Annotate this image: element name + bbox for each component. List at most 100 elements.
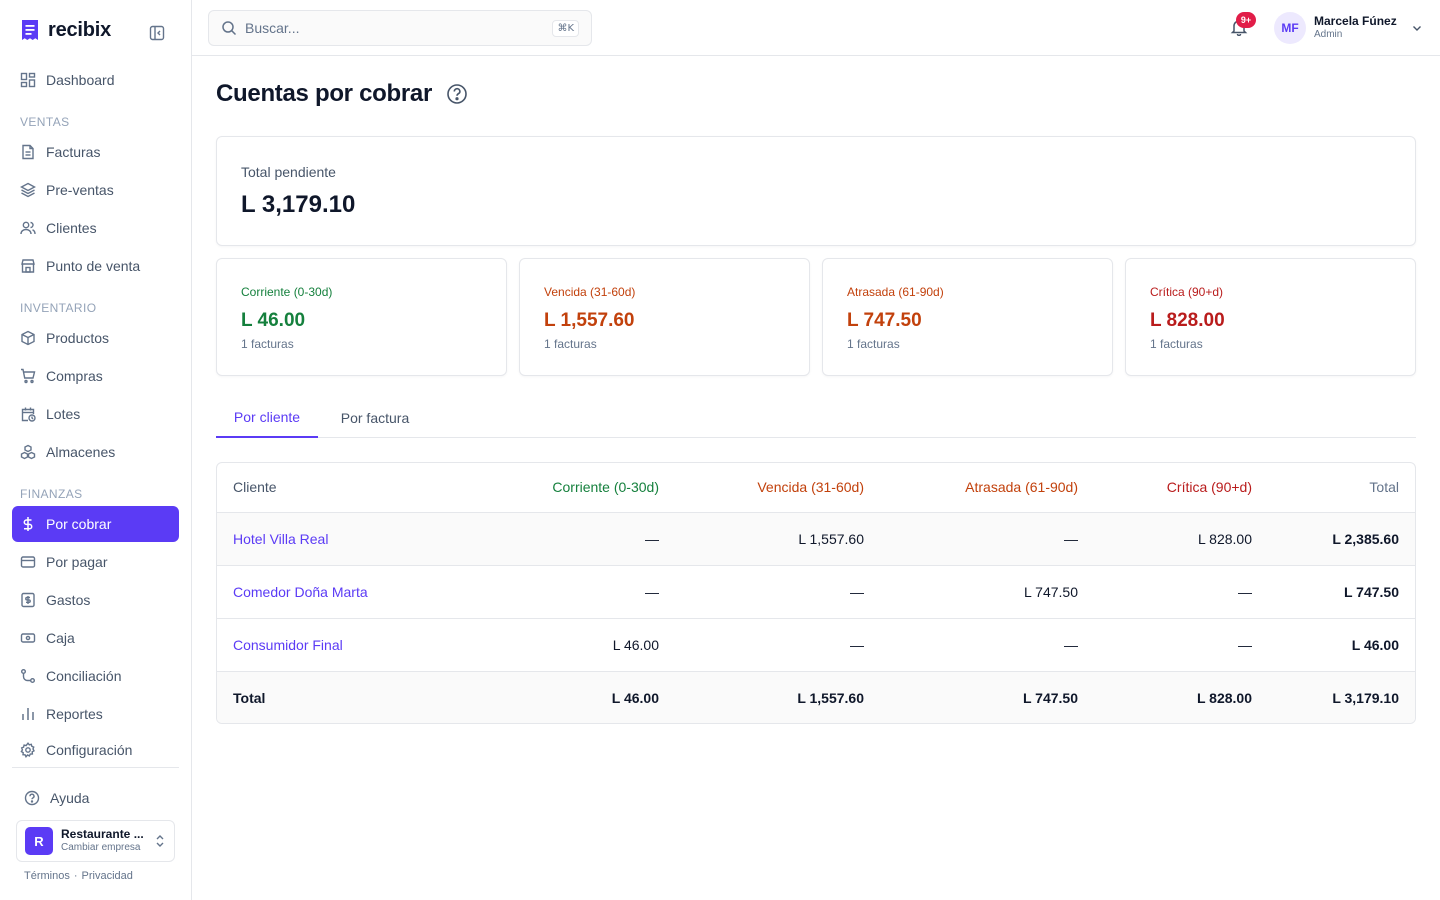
sidebar-item-dashboard[interactable]: Dashboard bbox=[12, 62, 179, 98]
cell-atrasada: — bbox=[880, 618, 1094, 672]
column-header-critica: Crítica (90+d) bbox=[1094, 463, 1268, 513]
store-icon bbox=[21, 259, 35, 273]
sidebar-item-label: Clientes bbox=[46, 220, 97, 236]
company-switch-label: Cambiar empresa bbox=[61, 842, 141, 854]
cell-critica: L 828.00 bbox=[1094, 512, 1268, 566]
credit-card-icon bbox=[20, 556, 36, 568]
git-compare-icon bbox=[21, 669, 35, 683]
cell-corriente: L 46.00 bbox=[471, 618, 675, 672]
company-switcher[interactable]: R Restaurante ... Cambiar empresa bbox=[16, 820, 175, 862]
cell-vencida: — bbox=[675, 618, 880, 672]
bucket-card-corriente: Corriente (0-30d) L 46.00 1 facturas bbox=[216, 258, 507, 376]
sidebar-item-punto-de-venta[interactable]: Punto de venta bbox=[12, 248, 179, 284]
cell-vencida: — bbox=[675, 565, 880, 619]
collapse-sidebar-icon[interactable] bbox=[148, 24, 166, 42]
sidebar-item-facturas[interactable]: Facturas bbox=[12, 134, 179, 170]
sidebar-item-label: Por cobrar bbox=[46, 516, 112, 532]
sidebar: recibix Dashboard VENTAS Facturas Pre-ve… bbox=[0, 0, 192, 900]
cell-critica: — bbox=[1094, 618, 1268, 672]
notification-badge: 9+ bbox=[1236, 12, 1256, 28]
column-header-cliente: Cliente bbox=[217, 463, 471, 513]
company-avatar: R bbox=[25, 827, 53, 855]
cell-corriente: — bbox=[471, 565, 675, 619]
sidebar-item-configuracion[interactable]: Configuración bbox=[12, 732, 179, 768]
client-link[interactable]: Consumidor Final bbox=[217, 618, 471, 672]
cell-corriente: — bbox=[471, 512, 675, 566]
topbar: ⌘K 9+ MF Marcela Fúnez Admin bbox=[192, 0, 1440, 56]
sidebar-item-lotes[interactable]: Lotes bbox=[12, 396, 179, 432]
brand[interactable]: recibix bbox=[20, 18, 111, 42]
sidebar-item-almacenes[interactable]: Almacenes bbox=[12, 434, 179, 470]
bucket-label: Atrasada (61-90d) bbox=[847, 285, 944, 299]
total-grand: L 3,179.10 bbox=[1268, 671, 1415, 723]
brand-name: recibix bbox=[48, 18, 112, 41]
sidebar-item-caja[interactable]: Caja bbox=[12, 620, 179, 656]
terms-link[interactable]: Términos bbox=[24, 870, 70, 882]
sidebar-item-reportes[interactable]: Reportes bbox=[12, 696, 179, 732]
sidebar-item-conciliacion[interactable]: Conciliación bbox=[12, 658, 179, 694]
tab-por-factura[interactable]: Por factura bbox=[326, 398, 424, 438]
users-icon bbox=[20, 221, 36, 235]
legal-separator: · bbox=[73, 870, 78, 882]
search-input[interactable] bbox=[245, 20, 545, 36]
receipt-logo-icon bbox=[20, 18, 40, 42]
sidebar-item-por-pagar[interactable]: Por pagar bbox=[12, 544, 179, 580]
company-name: Restaurante ... bbox=[61, 828, 144, 842]
bucket-card-atrasada: Atrasada (61-90d) L 747.50 1 facturas bbox=[822, 258, 1113, 376]
sidebar-item-label: Reportes bbox=[46, 706, 103, 722]
sidebar-item-gastos[interactable]: Gastos bbox=[12, 582, 179, 618]
table-row: Comedor Doña Marta — — L 747.50 — L 747.… bbox=[217, 565, 1415, 619]
bucket-value: L 1,557.60 bbox=[544, 310, 635, 331]
calendar-clock-icon bbox=[21, 407, 36, 422]
sidebar-item-por-cobrar[interactable]: Por cobrar bbox=[12, 506, 179, 542]
client-link[interactable]: Hotel Villa Real bbox=[217, 512, 471, 566]
sidebar-item-productos[interactable]: Productos bbox=[12, 320, 179, 356]
page-title: Cuentas por cobrar bbox=[216, 80, 432, 107]
search-box[interactable]: ⌘K bbox=[208, 10, 592, 46]
banknote-icon bbox=[20, 633, 36, 643]
help-link[interactable]: Ayuda bbox=[16, 784, 89, 812]
page-header: Cuentas por cobrar bbox=[216, 80, 468, 108]
sidebar-item-preventas[interactable]: Pre-ventas bbox=[12, 172, 179, 208]
cell-atrasada: — bbox=[880, 512, 1094, 566]
bucket-card-critica: Crítica (90+d) L 828.00 1 facturas bbox=[1125, 258, 1416, 376]
total-corriente: L 46.00 bbox=[471, 671, 675, 723]
total-atrasada: L 747.50 bbox=[880, 671, 1094, 723]
bar-chart-icon bbox=[22, 708, 34, 720]
sidebar-item-label: Productos bbox=[46, 330, 110, 346]
privacy-link[interactable]: Privacidad bbox=[82, 870, 133, 882]
receivables-table: Cliente Corriente (0-30d) Vencida (31-60… bbox=[216, 462, 1416, 724]
user-name: Marcela Fúnez bbox=[1314, 14, 1397, 29]
column-header-total: Total bbox=[1268, 463, 1415, 513]
total-pending-card: Total pendiente L 3,179.10 bbox=[216, 136, 1416, 246]
client-link[interactable]: Comedor Doña Marta bbox=[217, 565, 471, 619]
sidebar-item-label: Punto de venta bbox=[46, 258, 141, 274]
cell-vencida: L 1,557.60 bbox=[675, 512, 880, 566]
help-label: Ayuda bbox=[50, 790, 90, 806]
sidebar-item-label: Por pagar bbox=[46, 554, 108, 570]
table-row: Consumidor Final L 46.00 — — — L 46.00 bbox=[217, 618, 1415, 672]
sidebar-item-label: Gastos bbox=[46, 592, 91, 608]
settings-icon bbox=[20, 742, 35, 758]
section-label-ventas: VENTAS bbox=[20, 115, 70, 129]
cell-critica: — bbox=[1094, 565, 1268, 619]
view-tabs: Por cliente Por factura bbox=[216, 398, 1416, 438]
sidebar-item-clientes[interactable]: Clientes bbox=[12, 210, 179, 246]
sidebar-item-label: Configuración bbox=[46, 742, 133, 758]
bucket-label: Vencida (31-60d) bbox=[544, 285, 636, 299]
total-pending-label: Total pendiente bbox=[241, 164, 336, 180]
receipt-dollar-icon bbox=[21, 592, 35, 608]
dashboard-icon bbox=[20, 72, 36, 88]
sidebar-item-label: Conciliación bbox=[46, 668, 122, 684]
legal-links: Términos · Privacidad bbox=[24, 870, 133, 882]
total-vencida: L 1,557.60 bbox=[675, 671, 880, 723]
bucket-count: 1 facturas bbox=[1150, 337, 1203, 351]
cell-total: L 2,385.60 bbox=[1268, 512, 1415, 566]
search-shortcut: ⌘K bbox=[552, 19, 579, 37]
sidebar-item-label: Facturas bbox=[46, 144, 101, 160]
bucket-value: L 46.00 bbox=[241, 310, 306, 331]
sidebar-item-compras[interactable]: Compras bbox=[12, 358, 179, 394]
help-circle-icon[interactable] bbox=[446, 83, 468, 105]
user-menu[interactable]: MF Marcela Fúnez Admin bbox=[1274, 12, 1423, 44]
tab-por-cliente[interactable]: Por cliente bbox=[216, 398, 318, 438]
